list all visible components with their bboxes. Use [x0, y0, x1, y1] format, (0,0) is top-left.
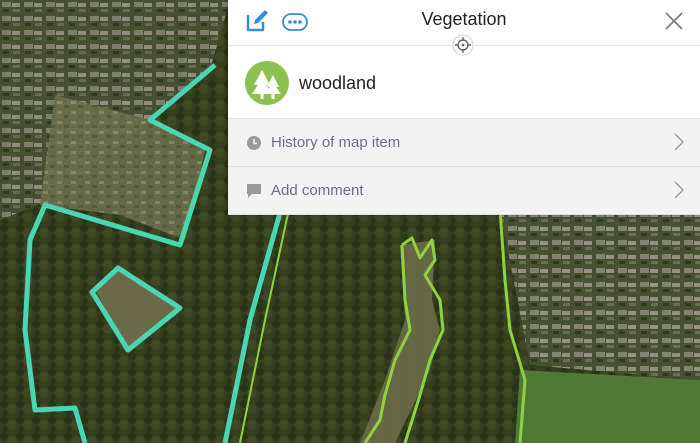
feature-info-panel: Vegetation woodland History of map item — [228, 0, 700, 215]
chevron-right-icon — [674, 181, 684, 199]
close-icon[interactable] — [664, 11, 684, 31]
history-button[interactable]: History of map item — [228, 119, 700, 167]
clock-icon — [247, 136, 261, 150]
history-label: History of map item — [271, 134, 401, 151]
comment-icon — [247, 184, 261, 198]
tree-icon — [245, 61, 289, 105]
add-comment-label: Add comment — [271, 182, 364, 199]
feature-type-label: woodland — [299, 73, 377, 93]
add-comment-button[interactable]: Add comment — [228, 167, 700, 215]
feature-item-row: woodland — [228, 46, 700, 119]
chevron-right-icon — [674, 133, 684, 151]
panel-title: Vegetation — [421, 9, 507, 29]
